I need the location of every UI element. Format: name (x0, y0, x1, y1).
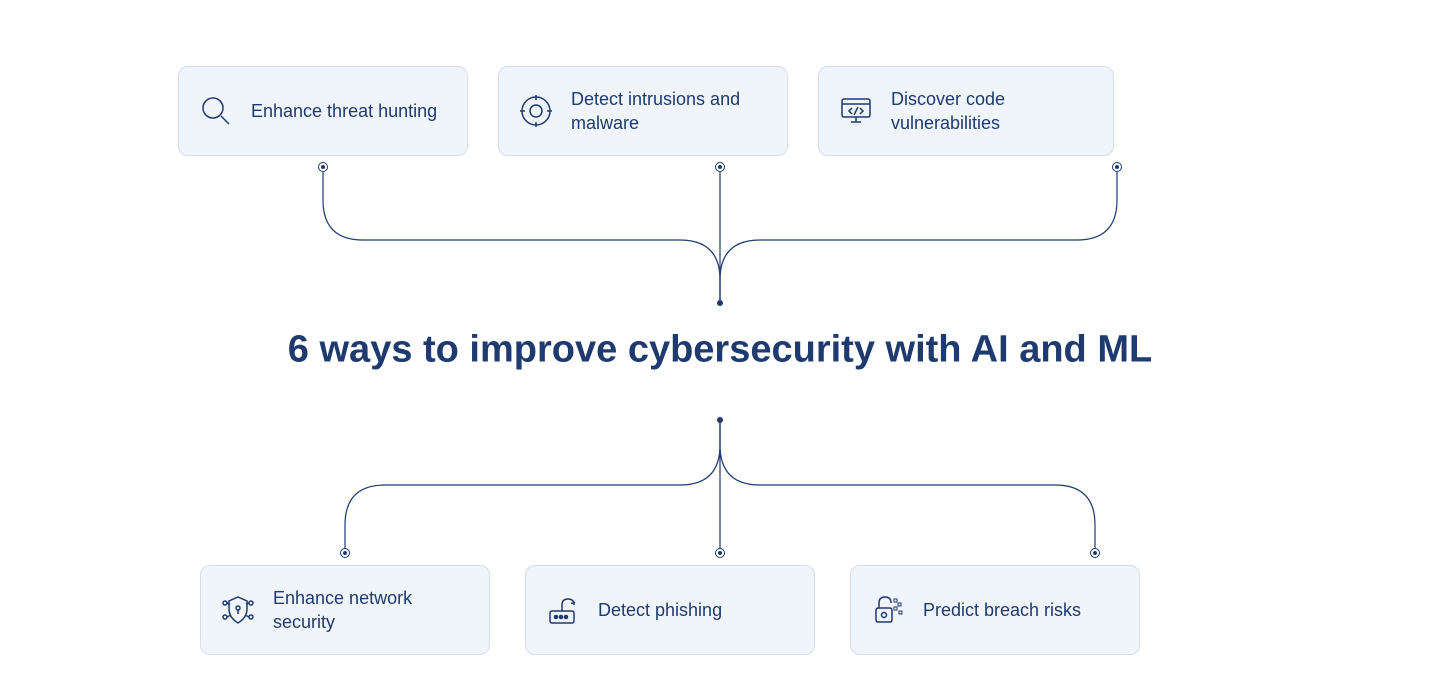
connector-dot (1112, 162, 1122, 172)
card-label: Enhance network security (273, 586, 469, 635)
card-label: Enhance threat hunting (251, 99, 437, 123)
diagram-title: 6 ways to improve cybersecurity with AI … (288, 329, 1152, 372)
card-label: Detect phishing (598, 598, 722, 622)
card-label: Predict breach risks (923, 598, 1081, 622)
card-detect-phishing: Detect phishing (525, 565, 815, 655)
connector-dot (715, 162, 725, 172)
connector-dot (318, 162, 328, 172)
diagram-container: Enhance threat hunting Detect intrusions… (0, 0, 1440, 700)
phishing-icon (546, 593, 580, 627)
card-detect-intrusions-malware: Detect intrusions and malware (498, 66, 788, 156)
card-enhance-threat-hunting: Enhance threat hunting (178, 66, 468, 156)
card-discover-code-vulnerabilities: Discover code vulnerabilities (818, 66, 1114, 156)
connector-dot (340, 548, 350, 558)
unlock-risk-icon (871, 593, 905, 627)
connector-end-dot (717, 300, 723, 306)
code-monitor-icon (839, 94, 873, 128)
magnifier-icon (199, 94, 233, 128)
connector-dot (1090, 548, 1100, 558)
shield-network-icon (221, 593, 255, 627)
connector-dot (715, 548, 725, 558)
card-enhance-network-security: Enhance network security (200, 565, 490, 655)
card-label: Discover code vulnerabilities (891, 87, 1093, 136)
card-predict-breach-risks: Predict breach risks (850, 565, 1140, 655)
connector-end-dot (717, 417, 723, 423)
target-bug-icon (519, 94, 553, 128)
card-label: Detect intrusions and malware (571, 87, 767, 136)
